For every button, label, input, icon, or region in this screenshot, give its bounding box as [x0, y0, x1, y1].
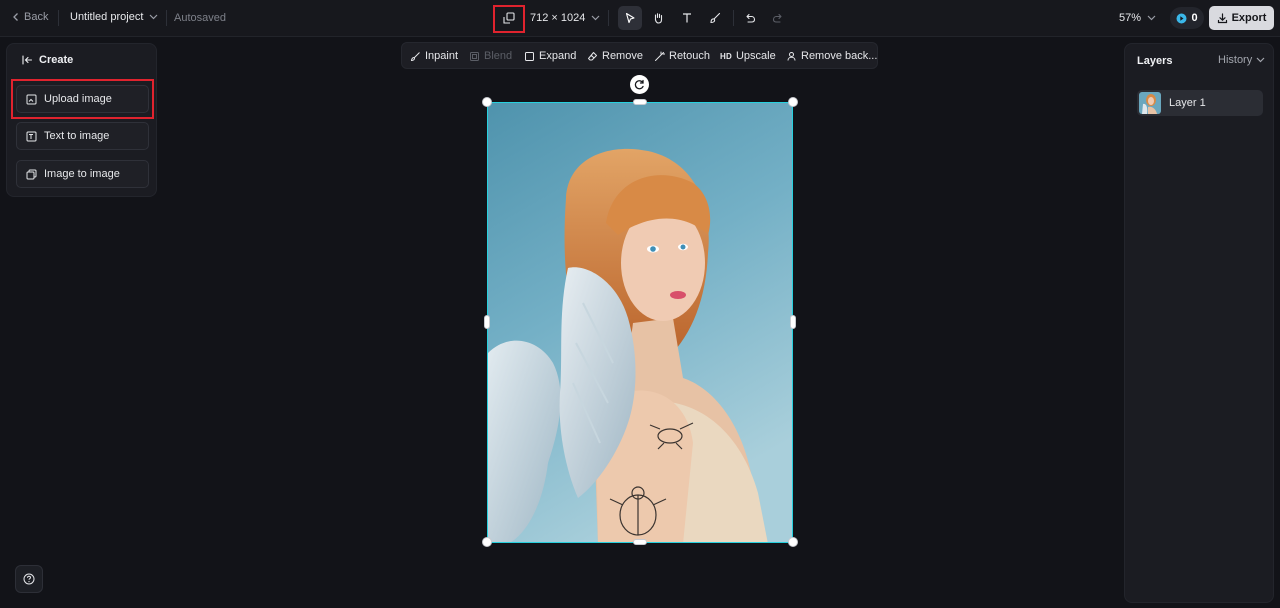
text-to-image-button[interactable]: Text to image [16, 122, 149, 150]
remove-background-label: Remove back... [801, 50, 878, 62]
upload-image-button[interactable]: Upload image [16, 85, 149, 113]
blend-button[interactable]: Blend [469, 50, 512, 62]
credits-badge[interactable]: 0 [1170, 7, 1204, 29]
export-label: Export [1231, 12, 1267, 24]
expand-label: Expand [539, 50, 577, 62]
chevron-down-icon [1256, 57, 1265, 63]
chevron-down-icon [1147, 15, 1156, 21]
blend-label: Blend [484, 50, 513, 62]
layer-item[interactable]: Layer 1 [1137, 90, 1263, 116]
retouch-label: Retouch [669, 50, 710, 62]
upscale-label: Upscale [735, 50, 776, 62]
retouch-icon [654, 51, 665, 62]
project-name-dropdown[interactable]: Untitled project [70, 11, 158, 23]
credit-icon [1176, 13, 1187, 24]
canvas-size-dropdown[interactable]: 712 × 1024 [530, 12, 600, 24]
upscale-button[interactable]: HD Upscale [720, 50, 776, 62]
layer-name: Layer 1 [1169, 97, 1206, 109]
edit-toolbar: Inpaint Blend Expand Remove Retouch HD U… [401, 42, 878, 69]
undo-icon [744, 12, 756, 24]
portrait-photo [488, 103, 792, 542]
brush-icon [709, 12, 721, 24]
resize-handle-bottom-left[interactable] [482, 537, 492, 547]
help-button[interactable] [15, 565, 43, 593]
upload-image-label: Upload image [44, 93, 112, 105]
inpaint-button[interactable]: Inpaint [410, 50, 458, 62]
resize-canvas-button[interactable] [497, 6, 521, 30]
chevron-down-icon [149, 14, 158, 20]
create-panel-header[interactable]: Create [22, 54, 73, 66]
divider [608, 10, 609, 26]
canvas-image[interactable] [487, 102, 793, 543]
blend-icon [469, 51, 480, 62]
eraser-icon [587, 51, 598, 62]
history-dropdown[interactable]: History [1218, 54, 1265, 66]
divider [166, 10, 167, 26]
remove-button[interactable]: Remove [587, 50, 643, 62]
hand-icon [652, 12, 664, 24]
cursor-arrow-icon [624, 12, 636, 24]
rotate-icon [633, 78, 646, 91]
resize-handle-top[interactable] [633, 99, 647, 105]
zoom-dropdown[interactable]: 57% [1119, 12, 1156, 24]
brush-tool-button[interactable] [703, 6, 727, 30]
text-tool-icon [681, 12, 693, 24]
layers-title[interactable]: Layers [1137, 55, 1172, 67]
project-name: Untitled project [70, 11, 144, 23]
expand-button[interactable]: Expand [524, 50, 576, 62]
create-title: Create [39, 54, 74, 66]
history-label: History [1218, 54, 1253, 66]
resize-handle-top-left[interactable] [482, 97, 492, 107]
hd-icon: HD [720, 51, 732, 61]
help-icon [23, 573, 35, 585]
text-to-image-label: Text to image [44, 130, 110, 142]
rotate-handle[interactable] [630, 75, 649, 94]
image-to-image-label: Image to image [44, 168, 120, 180]
credit-count: 0 [1191, 12, 1198, 24]
divider [58, 10, 59, 26]
resize-handle-top-right[interactable] [788, 97, 798, 107]
hand-tool-button[interactable] [646, 6, 670, 30]
chevron-down-icon [591, 15, 600, 21]
inpaint-label: Inpaint [425, 50, 459, 62]
resize-handle-right[interactable] [790, 315, 796, 329]
text-tool-button[interactable] [675, 6, 699, 30]
canvas-dimensions: 712 × 1024 [530, 12, 586, 24]
remove-background-button[interactable]: Remove back... [786, 50, 877, 62]
chevron-left-icon [12, 12, 20, 22]
image-to-image-icon [26, 169, 37, 180]
resize-canvas-icon [503, 12, 515, 24]
download-icon [1217, 12, 1228, 24]
resize-handle-bottom[interactable] [633, 539, 647, 545]
resize-handle-bottom-right[interactable] [788, 537, 798, 547]
back-label: Back [24, 11, 49, 23]
redo-icon [772, 12, 784, 24]
top-bar: Back Untitled project Autosaved 712 × 10… [0, 0, 1280, 37]
text-to-image-icon [26, 131, 37, 142]
divider [733, 10, 734, 26]
layer-thumbnail [1139, 92, 1161, 114]
inpaint-icon [410, 51, 421, 62]
redo-button[interactable] [766, 6, 790, 30]
retouch-button[interactable]: Retouch [654, 50, 710, 62]
layers-panel: Layers History Layer 1 [1124, 43, 1274, 603]
expand-icon [524, 51, 535, 62]
remove-label: Remove [602, 50, 643, 62]
create-panel: Create Upload image Text to image Image … [6, 43, 157, 197]
upload-image-icon [26, 94, 37, 105]
back-button[interactable]: Back [12, 11, 48, 23]
collapse-left-icon [22, 55, 33, 65]
undo-button[interactable] [738, 6, 762, 30]
autosave-status: Autosaved [174, 12, 226, 24]
zoom-level: 57% [1119, 12, 1142, 24]
image-to-image-button[interactable]: Image to image [16, 160, 149, 188]
export-button[interactable]: Export [1209, 6, 1274, 30]
select-tool-button[interactable] [618, 6, 642, 30]
remove-background-icon [786, 51, 797, 62]
resize-handle-left[interactable] [484, 315, 490, 329]
